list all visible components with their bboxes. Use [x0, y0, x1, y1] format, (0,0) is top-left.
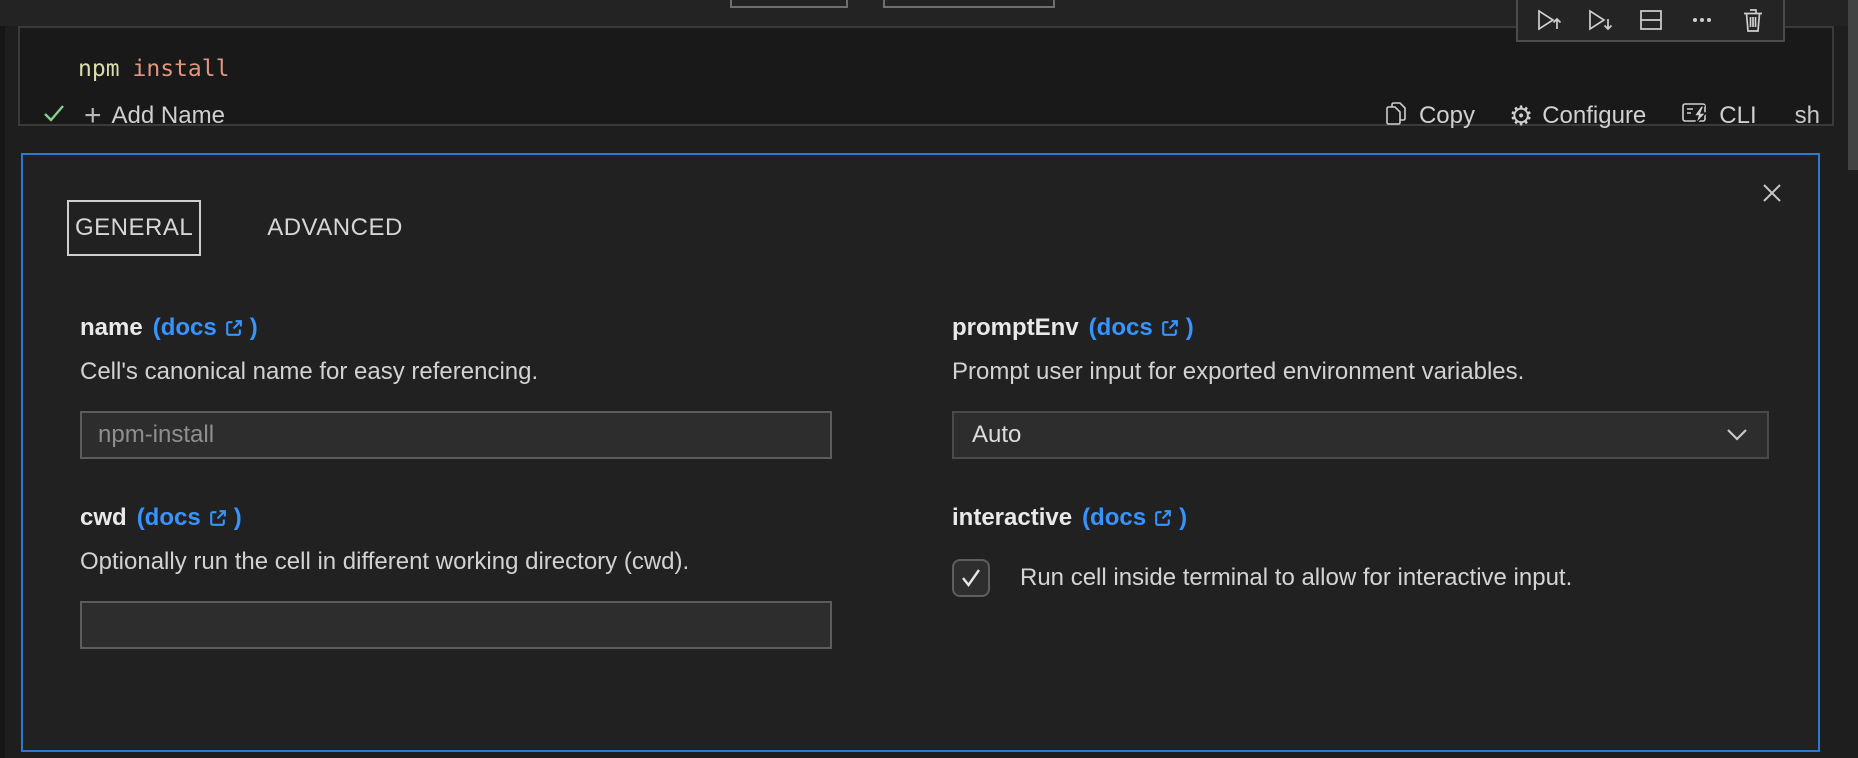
interactive-docs-link[interactable]: (docs )	[1082, 503, 1187, 533]
field-cwd-title: cwd	[80, 503, 127, 533]
external-link-icon	[223, 318, 244, 339]
field-name-title: name	[80, 313, 143, 343]
more-actions-icon[interactable]	[1686, 4, 1718, 36]
copy-button[interactable]: Copy	[1382, 99, 1475, 134]
copy-label: Copy	[1419, 102, 1475, 130]
field-interactive: interactive (docs ) Run cell inside term…	[952, 503, 1769, 597]
cli-button[interactable]: CLI	[1680, 98, 1756, 135]
gear-icon: ⚙	[1509, 103, 1533, 130]
split-cell-icon[interactable]	[1635, 4, 1667, 36]
docs-link-close: )	[1179, 503, 1187, 533]
checkmark-icon	[957, 564, 985, 592]
docs-link-close: )	[234, 503, 242, 533]
docs-link-text: (docs	[153, 313, 217, 343]
field-interactive-label: interactive (docs )	[952, 503, 1769, 533]
promptenv-selected-value: Auto	[972, 421, 1021, 449]
plus-icon: +	[84, 101, 102, 131]
docs-link-text: (docs	[1089, 313, 1153, 343]
clipped-element-above-2	[883, 0, 1055, 8]
field-interactive-title: interactive	[952, 503, 1072, 533]
code-token-argument: install	[133, 56, 230, 82]
external-link-icon	[1152, 508, 1173, 529]
name-docs-link[interactable]: (docs )	[153, 313, 258, 343]
clipped-element-above-1	[730, 0, 848, 8]
close-icon[interactable]	[1758, 179, 1786, 207]
docs-link-text: (docs	[137, 503, 201, 533]
interactive-checkbox[interactable]	[952, 559, 990, 597]
cwd-input[interactable]	[80, 601, 832, 649]
tab-general[interactable]: GENERAL	[67, 200, 201, 256]
field-name-description: Cell's canonical name for easy referenci…	[80, 357, 832, 387]
cell-hover-toolbar	[1516, 0, 1785, 42]
field-cwd-description: Optionally run the cell in different wor…	[80, 547, 832, 577]
run-cell-and-above-icon[interactable]	[1532, 4, 1564, 36]
configure-label: Configure	[1542, 102, 1646, 130]
delete-cell-icon[interactable]	[1737, 4, 1769, 36]
code-token-command: npm	[78, 56, 120, 82]
cell-code[interactable]: npm install	[78, 56, 229, 82]
docs-link-text: (docs	[1082, 503, 1146, 533]
field-promptenv-description: Prompt user input for exported environme…	[952, 357, 1769, 387]
configure-button[interactable]: ⚙ Configure	[1509, 102, 1646, 130]
editor-gutter	[0, 26, 5, 758]
docs-link-close: )	[250, 313, 258, 343]
cwd-docs-link[interactable]: (docs )	[137, 503, 242, 533]
panel-tabs: GENERAL ADVANCED	[67, 200, 411, 256]
vertical-scrollbar-thumb[interactable]	[1848, 0, 1858, 170]
docs-link-close: )	[1186, 313, 1194, 343]
chevron-down-icon	[1725, 428, 1749, 442]
cell-configure-panel: GENERAL ADVANCED name (docs ) Cell's can…	[21, 153, 1820, 752]
field-promptenv-title: promptEnv	[952, 313, 1079, 343]
field-promptenv-label: promptEnv (docs )	[952, 313, 1769, 343]
add-name-button[interactable]: + Add Name	[84, 101, 225, 131]
field-name: name (docs ) Cell's canonical name for e…	[80, 313, 832, 459]
success-check-icon	[40, 99, 68, 134]
name-input[interactable]	[80, 411, 832, 459]
cell-footer: + Add Name Copy ⚙ Configure CLI sh	[40, 100, 1820, 132]
interactive-checkbox-row: Run cell inside terminal to allow for in…	[952, 559, 1769, 597]
run-cell-and-below-icon[interactable]	[1583, 4, 1615, 36]
external-link-icon	[1159, 318, 1180, 339]
field-promptenv: promptEnv (docs ) Prompt user input for …	[952, 313, 1769, 459]
copy-icon	[1382, 99, 1410, 134]
field-cwd: cwd (docs ) Optionally run the cell in d…	[80, 503, 832, 649]
promptenv-select[interactable]: Auto	[952, 411, 1769, 459]
cell-language-badge[interactable]: sh	[1795, 102, 1820, 130]
field-cwd-label: cwd (docs )	[80, 503, 832, 533]
interactive-checkbox-label: Run cell inside terminal to allow for in…	[1020, 564, 1572, 592]
promptenv-docs-link[interactable]: (docs )	[1089, 313, 1194, 343]
cli-label: CLI	[1719, 102, 1756, 130]
cli-icon	[1680, 98, 1710, 135]
add-name-label: Add Name	[112, 102, 225, 130]
field-name-label: name (docs )	[80, 313, 832, 343]
external-link-icon	[207, 508, 228, 529]
tab-advanced[interactable]: ADVANCED	[259, 200, 411, 256]
cell-actions: Copy ⚙ Configure CLI sh	[1382, 98, 1820, 135]
